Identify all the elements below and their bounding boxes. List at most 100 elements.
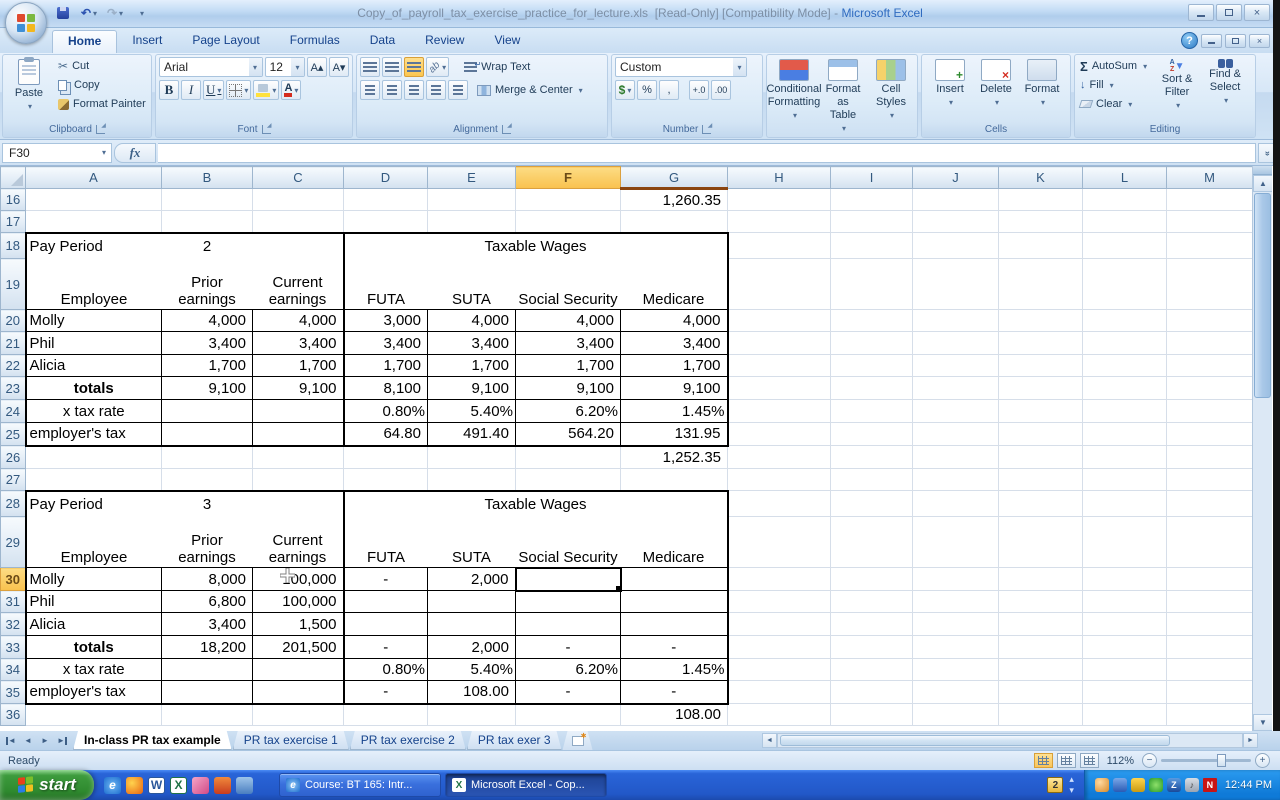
alignment-dialog-launcher-icon[interactable] <box>502 125 511 134</box>
insert-cells-button[interactable]: Insert▾ <box>929 57 971 120</box>
find-select-button[interactable]: Find & Select▾ <box>1203 57 1247 120</box>
cell-E29[interactable]: SUTA <box>428 517 516 568</box>
cell-B21[interactable]: 3,400 <box>162 332 253 355</box>
cell-I21[interactable] <box>831 332 913 355</box>
cell-K18[interactable] <box>999 233 1083 259</box>
tab-data[interactable]: Data <box>355 30 410 53</box>
cell-F17[interactable] <box>516 211 621 233</box>
cell-J27[interactable] <box>913 469 999 491</box>
cell-M29[interactable] <box>1167 517 1253 568</box>
cell-C36[interactable] <box>253 704 344 726</box>
row-header-24[interactable]: 24 <box>1 400 26 423</box>
cell-J21[interactable] <box>913 332 999 355</box>
excel-icon[interactable]: X <box>170 777 187 794</box>
cell-K29[interactable] <box>999 517 1083 568</box>
cell-M21[interactable] <box>1167 332 1253 355</box>
cell-H35[interactable] <box>728 681 831 704</box>
tray-icon-4[interactable] <box>1149 778 1163 792</box>
taskbar-task-ie[interactable]: eCourse: BT 165: Intr... <box>279 773 441 797</box>
cell-M31[interactable] <box>1167 591 1253 613</box>
format-cells-button[interactable]: Format▾ <box>1021 57 1063 120</box>
cell-G20[interactable]: 4,000 <box>621 310 728 332</box>
cell-I24[interactable] <box>831 400 913 423</box>
cell-F21[interactable]: 3,400 <box>516 332 621 355</box>
font-color-button[interactable]: A▾ <box>281 80 301 100</box>
number-dialog-launcher-icon[interactable] <box>702 125 711 134</box>
office-button[interactable] <box>5 2 47 44</box>
cell-I23[interactable] <box>831 377 913 400</box>
start-button[interactable]: start <box>0 770 94 800</box>
cell-M30[interactable] <box>1167 568 1253 591</box>
cell-E23[interactable]: 9,100 <box>428 377 516 400</box>
font-dialog-launcher-icon[interactable] <box>262 125 271 134</box>
cell-J31[interactable] <box>913 591 999 613</box>
cell-G33[interactable]: - <box>621 636 728 659</box>
cell-M36[interactable] <box>1167 704 1253 726</box>
cell-H36[interactable] <box>728 704 831 726</box>
column-header-H[interactable]: H <box>728 167 831 189</box>
cell-F29[interactable]: Social Security <box>516 517 621 568</box>
cell-B32[interactable]: 3,400 <box>162 613 253 636</box>
cell-D36[interactable] <box>344 704 428 726</box>
cell-C24[interactable] <box>253 400 344 423</box>
row-header-27[interactable]: 27 <box>1 469 26 491</box>
cell-L33[interactable] <box>1083 636 1167 659</box>
minimize-button[interactable] <box>1188 4 1214 21</box>
format-as-table-button[interactable]: Format as Table▾ <box>820 57 866 137</box>
cell-G19[interactable]: Medicare <box>621 259 728 310</box>
cell-I17[interactable] <box>831 211 913 233</box>
cell-J28[interactable] <box>913 491 999 517</box>
cell-K25[interactable] <box>999 423 1083 446</box>
cell-E32[interactable] <box>428 613 516 636</box>
cell-C18[interactable] <box>253 233 344 259</box>
cell-H22[interactable] <box>728 355 831 377</box>
cell-B19[interactable]: Prior earnings <box>162 259 253 310</box>
tab-page-layout[interactable]: Page Layout <box>177 30 274 53</box>
word-icon[interactable]: W <box>148 777 165 794</box>
row-header-22[interactable]: 22 <box>1 355 26 377</box>
cell-D24[interactable]: 0.80% <box>344 400 428 423</box>
cell-L34[interactable] <box>1083 659 1167 681</box>
cell-G32[interactable] <box>621 613 728 636</box>
cell-E16[interactable] <box>428 189 516 211</box>
cell-I36[interactable] <box>831 704 913 726</box>
cell-C23[interactable]: 9,100 <box>253 377 344 400</box>
cell-D16[interactable] <box>344 189 428 211</box>
cell-L27[interactable] <box>1083 469 1167 491</box>
cell-I34[interactable] <box>831 659 913 681</box>
outlook-icon[interactable] <box>214 777 231 794</box>
bold-button[interactable]: B <box>159 80 179 100</box>
cell-A35[interactable]: employer's tax <box>26 681 162 704</box>
cell-B20[interactable]: 4,000 <box>162 310 253 332</box>
notification-icon-2[interactable]: 2 <box>1047 777 1063 793</box>
cell-C16[interactable] <box>253 189 344 211</box>
column-header-L[interactable]: L <box>1083 167 1167 189</box>
horizontal-scrollbar[interactable]: ◄ ► <box>762 732 1258 748</box>
cell-K36[interactable] <box>999 704 1083 726</box>
cell-D35[interactable]: - <box>344 681 428 704</box>
cut-button[interactable]: ✂Cut <box>56 57 148 75</box>
tab-home[interactable]: Home <box>52 30 117 53</box>
cell-E33[interactable]: 2,000 <box>428 636 516 659</box>
cell-I32[interactable] <box>831 613 913 636</box>
firefox-icon[interactable] <box>126 777 143 794</box>
cell-J23[interactable] <box>913 377 999 400</box>
cell-E34[interactable]: 5.40% <box>428 659 516 681</box>
cell-F33[interactable]: - <box>516 636 621 659</box>
tab-review[interactable]: Review <box>410 30 479 53</box>
cell-K21[interactable] <box>999 332 1083 355</box>
row-header-35[interactable]: 35 <box>1 681 26 704</box>
cell-J16[interactable] <box>913 189 999 211</box>
column-header-J[interactable]: J <box>913 167 999 189</box>
cell-L24[interactable] <box>1083 400 1167 423</box>
cell-A36[interactable] <box>26 704 162 726</box>
sort-filter-button[interactable]: AZ▼ Sort & Filter▾ <box>1155 57 1199 120</box>
cell-B30[interactable]: 8,000 <box>162 568 253 591</box>
scroll-down-button[interactable]: ▼ <box>1253 714 1272 731</box>
tray-icon-1[interactable] <box>1095 778 1109 792</box>
font-size-combo[interactable]: 12▾ <box>265 57 305 77</box>
row-header-28[interactable]: 28 <box>1 491 26 517</box>
cell-J35[interactable] <box>913 681 999 704</box>
top-align-button[interactable] <box>360 57 380 77</box>
scroll-right-button[interactable]: ► <box>1243 733 1258 748</box>
